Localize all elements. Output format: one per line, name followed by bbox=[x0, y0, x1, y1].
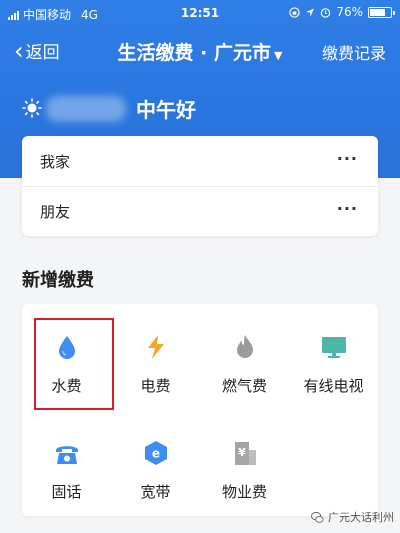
account-row-home[interactable]: 我家 ··· bbox=[22, 136, 378, 186]
accounts-card: 我家 ··· 朋友 ··· bbox=[22, 136, 378, 236]
section-title-new-payment: 新增缴费 bbox=[22, 270, 94, 291]
broadband-icon: e bbox=[145, 441, 167, 465]
telephone-icon bbox=[56, 446, 78, 464]
wechat-icon bbox=[311, 511, 324, 523]
greeting-text: 中午好 bbox=[136, 98, 196, 122]
sun-icon bbox=[22, 98, 42, 118]
blurred-username bbox=[46, 96, 126, 122]
building-icon: ¥ bbox=[235, 442, 256, 465]
flame-icon bbox=[237, 335, 253, 358]
svg-text:e: e bbox=[152, 447, 160, 461]
tile-electricity[interactable]: 电费 bbox=[111, 304, 200, 400]
tile-broadband[interactable]: e 宽带 bbox=[111, 410, 200, 506]
battery-percent: 76% bbox=[336, 5, 363, 19]
tile-label: 有线电视 bbox=[303, 377, 364, 395]
account-name: 朋友 bbox=[40, 203, 71, 221]
watermark: 广元大话利州 bbox=[311, 509, 394, 525]
tile-gas[interactable]: 燃气费 bbox=[200, 304, 289, 400]
caret-down-icon: ▼ bbox=[273, 49, 283, 62]
status-right: 76% bbox=[289, 5, 395, 19]
payment-records-button[interactable]: 缴费记录 bbox=[322, 40, 386, 64]
location-icon bbox=[306, 8, 315, 16]
account-row-friend[interactable]: 朋友 ··· bbox=[22, 186, 378, 236]
lock-rotation-icon bbox=[289, 6, 301, 18]
more-icon[interactable]: ··· bbox=[337, 199, 358, 218]
tile-label: 宽带 bbox=[140, 483, 171, 501]
page-title-text: 生活缴费 · 广元市 bbox=[117, 42, 271, 64]
tile-label: 固话 bbox=[51, 483, 82, 501]
watermark-text: 广元大话利州 bbox=[328, 511, 394, 524]
tv-icon bbox=[322, 337, 346, 358]
svg-text:¥: ¥ bbox=[238, 446, 246, 459]
highlight-box bbox=[34, 318, 114, 410]
tile-cable-tv[interactable]: 有线电视 bbox=[289, 304, 378, 400]
account-name: 我家 bbox=[40, 153, 71, 171]
tile-property[interactable]: ¥ 物业费 bbox=[200, 410, 289, 506]
tile-label: 物业费 bbox=[221, 483, 267, 501]
nav-bar: ‹ 返回 生活缴费 · 广元市 ▼ 缴费记录 bbox=[0, 30, 400, 70]
greeting-row: 中午好 bbox=[0, 92, 400, 124]
battery-icon bbox=[368, 6, 395, 18]
lightning-icon bbox=[148, 335, 164, 359]
tile-label: 电费 bbox=[140, 377, 171, 395]
alarm-icon bbox=[321, 7, 331, 18]
more-icon[interactable]: ··· bbox=[337, 149, 358, 168]
tile-landline[interactable]: 固话 bbox=[22, 410, 111, 506]
tile-label: 燃气费 bbox=[221, 377, 267, 395]
status-bar: 中国移动 4G 12:51 76% bbox=[0, 0, 400, 26]
